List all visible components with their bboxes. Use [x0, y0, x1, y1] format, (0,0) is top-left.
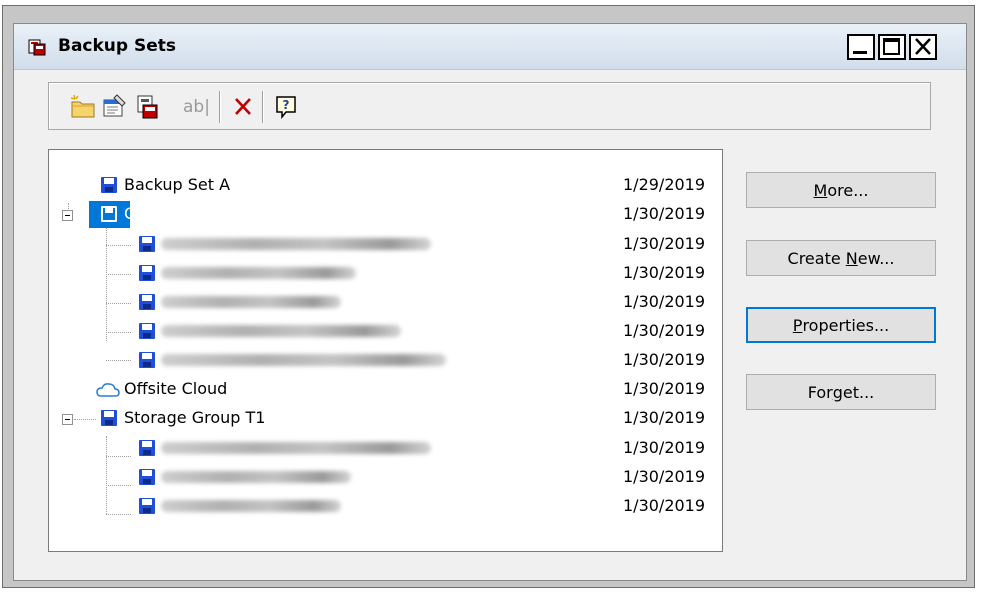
backup-date: 1/30/2019 — [623, 204, 706, 223]
tree-line — [74, 419, 96, 420]
forget-label-pre: For — [807, 382, 833, 402]
maximize-button[interactable] — [878, 34, 906, 60]
new-folder-button[interactable] — [69, 93, 97, 121]
backup-date: 1/30/2019 — [623, 321, 706, 340]
maximize-icon — [883, 38, 900, 55]
redacted-name — [161, 500, 341, 512]
tree-row[interactable]: Offsite Cloud 1/30/2019 — [49, 375, 722, 403]
redacted-name — [161, 238, 431, 250]
backup-date: 1/30/2019 — [623, 408, 706, 427]
backup-date: 1/30/2019 — [623, 292, 706, 311]
tree-row[interactable]: 1/30/2019 — [49, 434, 722, 462]
forget-button[interactable]: For g et... — [746, 374, 936, 410]
rename-icon[interactable]: ab| — [183, 97, 210, 117]
properties-label-post: roperties... — [802, 315, 890, 335]
backup-date: 1/30/2019 — [623, 379, 706, 398]
redacted-name — [161, 354, 446, 366]
floppy-disk-icon — [139, 440, 155, 456]
more-button[interactable]: More... — [746, 172, 936, 208]
backup-icon — [137, 95, 158, 119]
backup-date: 1/30/2019 — [623, 234, 706, 253]
title-bar[interactable]: Backup Sets — [14, 24, 966, 70]
create-new-button[interactable]: Create New... — [746, 240, 936, 276]
floppy-disk-icon — [101, 410, 117, 426]
forget-label-post: et... — [842, 382, 875, 402]
more-label-post: ore... — [827, 180, 869, 200]
backup-date: 1/30/2019 — [623, 263, 706, 282]
redacted-name — [161, 296, 341, 308]
backup-set-name: Client Storage Group — [124, 204, 292, 223]
properties-button[interactable] — [101, 93, 129, 121]
floppy-disk-icon — [139, 323, 155, 339]
redacted-name — [161, 442, 431, 454]
more-accelerator: M — [813, 180, 828, 200]
tree-row[interactable]: 1/30/2019 — [49, 317, 722, 345]
delete-button[interactable] — [229, 93, 257, 121]
backup-sets-tree[interactable]: Backup Set A 1/29/2019 Client Storage Gr… — [48, 149, 723, 552]
floppy-disk-icon — [139, 498, 155, 514]
collapse-toggle[interactable] — [62, 210, 73, 221]
floppy-disk-icon — [139, 469, 155, 485]
backup-date: 1/30/2019 — [623, 438, 706, 457]
tree-row[interactable]: 1/30/2019 — [49, 259, 722, 287]
backup-set-name: Backup Set A — [124, 175, 231, 194]
create-new-label-post: ew... — [857, 248, 895, 268]
backup-date: 1/30/2019 — [623, 496, 706, 515]
minimize-icon — [853, 51, 867, 54]
tree-row[interactable]: Backup Set A 1/29/2019 — [49, 171, 722, 199]
redacted-name — [161, 471, 351, 483]
toolbar: ab| ? — [48, 82, 931, 130]
floppy-disk-icon — [101, 206, 117, 222]
window-frame: Backup Sets ab| ? Backup Set A 1/29/2019… — [2, 5, 975, 588]
floppy-disk-icon — [139, 236, 155, 252]
help-icon: ? — [276, 96, 296, 120]
backup-sets-window: Backup Sets ab| ? Backup Set A 1/29/2019… — [13, 23, 967, 581]
backup-date: 1/29/2019 — [623, 175, 706, 194]
backup-button[interactable] — [133, 93, 161, 121]
close-icon — [915, 38, 931, 55]
backup-set-name: Storage Group T1 — [124, 408, 266, 427]
delete-icon — [235, 98, 251, 115]
cloud-icon — [96, 383, 120, 397]
help-button[interactable]: ? — [273, 93, 301, 121]
floppy-disk-icon — [101, 177, 117, 193]
properties-icon — [103, 94, 126, 117]
floppy-disk-icon — [139, 294, 155, 310]
tree-row[interactable]: 1/30/2019 — [49, 288, 722, 316]
toolbar-separator — [219, 91, 221, 123]
close-button[interactable] — [909, 34, 937, 60]
redacted-name — [161, 267, 356, 279]
redacted-name — [161, 325, 401, 337]
minimize-button[interactable] — [847, 34, 875, 60]
backup-set-name: Offsite Cloud — [124, 379, 228, 398]
window-title: Backup Sets — [58, 36, 177, 56]
toolbar-separator — [262, 91, 264, 123]
backup-date: 1/30/2019 — [623, 467, 706, 486]
tree-row[interactable]: Storage Group T1 1/30/2019 — [49, 404, 722, 432]
new-folder-icon — [70, 94, 95, 118]
tree-row[interactable]: 1/30/2019 — [49, 463, 722, 491]
forget-accelerator: g — [832, 382, 843, 402]
collapse-toggle[interactable] — [62, 414, 73, 425]
app-icon — [28, 38, 46, 56]
properties-accelerator: P — [792, 315, 803, 335]
backup-date: 1/30/2019 — [623, 350, 706, 369]
tree-row[interactable]: Client Storage Group 1/30/2019 — [49, 200, 722, 228]
svg-text:?: ? — [283, 98, 290, 112]
floppy-disk-icon — [139, 265, 155, 281]
properties-button[interactable]: Properties... — [746, 307, 936, 343]
create-new-label-pre: Create — [787, 248, 846, 268]
tree-row[interactable]: 1/30/2019 — [49, 346, 722, 374]
tree-row[interactable]: 1/30/2019 — [49, 492, 722, 520]
create-new-accelerator: N — [845, 248, 858, 268]
floppy-disk-icon — [139, 352, 155, 368]
tree-row[interactable]: 1/30/2019 — [49, 230, 722, 258]
